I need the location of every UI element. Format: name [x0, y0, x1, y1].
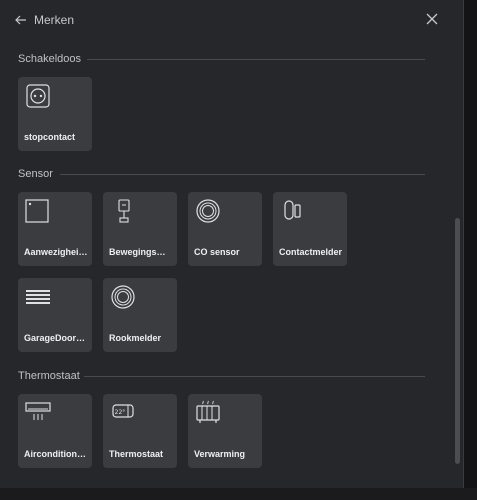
tile-verwarming[interactable]: Verwarming	[188, 394, 262, 468]
garage-door-icon	[26, 290, 50, 304]
tile-airconditioning[interactable]: Airconditioning	[18, 394, 92, 468]
tile-label: stopcontact	[24, 132, 76, 142]
power-outlet-icon	[26, 84, 50, 108]
section-divider	[60, 174, 425, 175]
tile-label: Aanwezigheid…	[24, 247, 88, 257]
tile-label: Verwarming	[194, 449, 246, 459]
tile-label: GarageDoorO…	[24, 333, 88, 343]
tile-label: Contactmelder	[279, 247, 343, 257]
thermostat-display-value: 22°	[115, 409, 126, 416]
section-title-thermostaat: Thermostaat	[18, 370, 80, 382]
contact-sensor-icon	[284, 200, 301, 220]
section-title-sensor: Sensor	[18, 168, 53, 180]
tile-label: Bewegingsme…	[109, 247, 173, 257]
tile-aanwezigheid[interactable]: Aanwezigheid…	[18, 192, 92, 266]
tile-co-sensor[interactable]: CO sensor	[188, 192, 262, 266]
tile-label: Rookmelder	[109, 333, 162, 343]
smoke-detector-icon	[111, 285, 135, 309]
tile-garagedoor[interactable]: GarageDoorO…	[18, 278, 92, 352]
scrollbar-thumb[interactable]	[455, 218, 460, 464]
tile-bewegingsmelder[interactable]: Bewegingsme…	[103, 192, 177, 266]
co-sensor-icon	[196, 199, 220, 223]
thermostat-icon: 22°	[112, 404, 134, 418]
section-divider	[84, 376, 425, 377]
tile-label: CO sensor	[194, 247, 240, 257]
tile-label: Airconditioning	[24, 449, 88, 459]
arrow-left-icon	[15, 15, 26, 25]
tile-contactmelder[interactable]: Contactmelder	[273, 192, 347, 266]
section-title-schakeldoos: Schakeldoos	[18, 53, 81, 65]
background-strip	[0, 488, 477, 500]
back-label: Merken	[34, 13, 75, 27]
panel-header: Merken	[0, 0, 464, 40]
tile-stopcontact[interactable]: stopcontact	[18, 77, 92, 151]
tile-label: Thermostaat	[109, 449, 164, 459]
tile-thermostaat[interactable]: 22° Thermostaat	[103, 394, 177, 468]
close-icon[interactable]	[424, 11, 440, 27]
section-divider	[87, 59, 425, 60]
air-conditioner-icon	[25, 402, 51, 420]
brands-panel: Merken Schakeldoos stopcontact Sensor Aa…	[0, 0, 464, 488]
motion-sensor-icon	[118, 199, 130, 223]
tile-rookmelder[interactable]: Rookmelder	[103, 278, 177, 352]
back-button[interactable]: Merken	[14, 11, 74, 29]
radiator-icon	[196, 400, 220, 423]
presence-sensor-icon	[25, 199, 49, 223]
